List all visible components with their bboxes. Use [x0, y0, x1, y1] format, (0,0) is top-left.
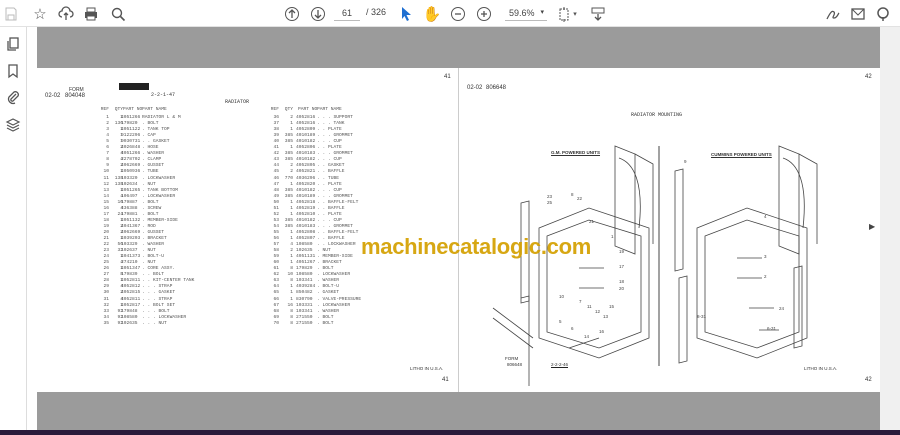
- hand-icon[interactable]: ✋: [422, 4, 442, 24]
- callout-label: 22: [577, 196, 583, 201]
- page-total: / 326: [366, 7, 387, 17]
- callout-label: 3: [764, 254, 767, 259]
- callout-label: 6-31: [767, 326, 777, 331]
- section-no: 02-02: [45, 93, 61, 99]
- header-part-name: PART NAME: [317, 107, 342, 112]
- bookmark-star-icon[interactable]: ☆: [30, 4, 50, 24]
- header-qty: QTY: [114, 107, 123, 112]
- sign-icon[interactable]: [823, 4, 843, 24]
- callout-label: 18: [619, 279, 625, 284]
- row-part-no: 271550: [296, 320, 313, 326]
- page-41: FORM 2-2-1-47 02-02 804048 41 RADIATOR R…: [37, 68, 458, 392]
- save-icon[interactable]: [1, 4, 21, 24]
- upload-icon[interactable]: [56, 4, 76, 24]
- callout-label: 14: [584, 334, 590, 339]
- callout-label: 25: [547, 200, 553, 205]
- row-part-name: . BOLT: [317, 320, 334, 326]
- callout-label: 20: [619, 286, 625, 291]
- callout-label: 2: [764, 274, 767, 279]
- callout-label: 9: [684, 159, 687, 164]
- callout-label: 10: [559, 294, 565, 299]
- page-number-top: 41: [444, 74, 451, 80]
- fit-page-icon[interactable]: ▾: [557, 4, 577, 24]
- form-no: 804048: [65, 93, 86, 99]
- callout-label: 15: [609, 304, 615, 309]
- mail-icon[interactable]: [848, 4, 868, 24]
- account-icon[interactable]: [873, 4, 893, 24]
- header-qty: QTY: [284, 107, 293, 112]
- zoom-value: 59.6%: [509, 8, 535, 18]
- scroll-mode-icon[interactable]: [588, 4, 608, 24]
- radiator-mounting-diagram: 2325822211191718152016146571112131094322…: [492, 145, 818, 386]
- chevron-down-icon: ▾: [540, 9, 544, 16]
- bookmarks-icon[interactable]: [5, 63, 21, 79]
- vertical-scrollbar[interactable]: [880, 27, 900, 430]
- row-part-name: . . . NUT: [142, 320, 167, 326]
- print-icon[interactable]: [81, 4, 101, 24]
- litho-footer: LITHO IN U.S.A.: [410, 366, 444, 371]
- zoom-out-icon[interactable]: [448, 4, 468, 24]
- zoom-level-select[interactable]: 59.6% ▾: [505, 6, 547, 21]
- callout-label: 23: [547, 194, 553, 199]
- find-icon[interactable]: [108, 4, 128, 24]
- callout-label: 21: [589, 219, 595, 224]
- callout-label: 7: [579, 299, 582, 304]
- callout-label: 6: [571, 326, 574, 331]
- page-down-icon[interactable]: [308, 4, 328, 24]
- callout-label: 16: [599, 329, 605, 334]
- form-label-bottom: FORM: [505, 356, 519, 361]
- attachments-icon[interactable]: [5, 89, 21, 105]
- litho-footer: LITHO IN U.S.A.: [804, 366, 838, 371]
- header-part-no: PART NO: [123, 107, 143, 112]
- callout-label: 13: [603, 314, 609, 319]
- layers-icon[interactable]: [5, 117, 21, 133]
- form-date: 2-2-1-47: [151, 92, 176, 98]
- page-number-input[interactable]: 61: [334, 6, 360, 21]
- callout-label: 1: [611, 234, 614, 239]
- page-up-icon[interactable]: [282, 4, 302, 24]
- row-part-no: 102635: [121, 320, 138, 326]
- callout-label: 8: [571, 192, 574, 197]
- redaction-box: [119, 83, 149, 90]
- row-qty: 8: [290, 320, 293, 326]
- toolbar: ☆ 61 / 326 ✋ 59.6% ▾ ▾: [0, 0, 900, 27]
- watermark: machinecatalogic.com: [361, 234, 591, 259]
- left-sidebar: [0, 27, 27, 430]
- form-date-bottom: 2-2-2-46: [551, 362, 569, 368]
- callout-label: 19: [619, 249, 625, 254]
- callout-label: 5: [559, 319, 562, 324]
- form-no-bottom: 806648: [507, 362, 523, 367]
- page-number-bottom: 42: [865, 377, 872, 383]
- collapse-right-panel-icon[interactable]: ▶: [869, 222, 875, 231]
- page-title: RADIATOR: [225, 99, 250, 105]
- callout-label: 24: [779, 306, 785, 311]
- taskbar-strip: [0, 430, 900, 435]
- header-part-name: PART NAME: [142, 107, 167, 112]
- page-number-bottom: 41: [442, 377, 449, 383]
- document-viewer: FORM 2-2-1-47 02-02 804048 41 RADIATOR R…: [27, 27, 880, 430]
- select-cursor-icon[interactable]: [396, 4, 416, 24]
- callout-label: 11: [587, 304, 592, 309]
- page-42: 42 02-02 806648 RADIATOR MOUNTING G.M. P…: [458, 68, 880, 392]
- page-thumbnails-icon[interactable]: [5, 36, 21, 52]
- header-part-no: PART NO: [298, 107, 318, 112]
- callout-label: 17: [619, 264, 625, 269]
- callout-label: 8-31: [697, 314, 707, 319]
- callout-label: 12: [595, 309, 601, 314]
- zoom-in-icon[interactable]: [474, 4, 494, 24]
